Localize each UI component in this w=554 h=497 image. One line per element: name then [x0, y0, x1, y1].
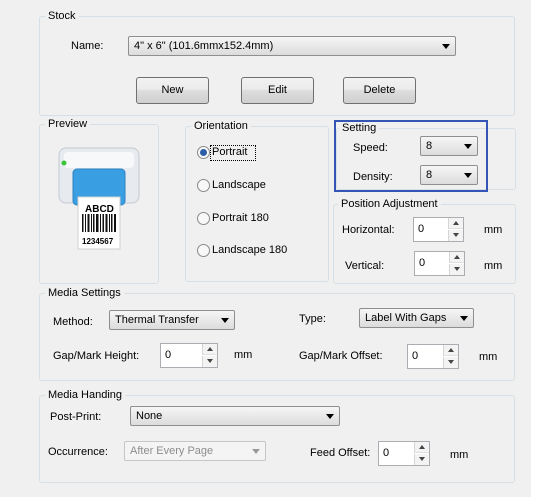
printer-status-light	[61, 160, 67, 166]
preview-group-title: Preview	[45, 118, 91, 131]
portrait-180-radio[interactable]	[197, 212, 210, 225]
landscape-label[interactable]: Landscape	[212, 179, 266, 192]
gap-offset-stepper[interactable]: 0	[407, 344, 459, 369]
media-handing-title: Media Handing	[45, 389, 125, 402]
horizontal-offset-stepper[interactable]: 0	[413, 217, 464, 242]
post-print-select[interactable]: None	[130, 406, 340, 426]
post-print-label: Post-Print:	[50, 411, 102, 423]
spin-up-icon[interactable]	[414, 442, 429, 453]
setting-group-title: Setting	[339, 122, 380, 135]
type-select[interactable]: Label With Gaps	[359, 308, 474, 328]
spin-down-icon[interactable]	[449, 264, 464, 275]
spin-up-icon[interactable]	[202, 344, 217, 355]
barcode-number: 1234567	[82, 237, 114, 246]
media-settings-title: Media Settings	[45, 287, 124, 300]
edit-button[interactable]: Edit	[241, 77, 314, 104]
stock-group-title: Stock	[45, 10, 79, 23]
speed-select[interactable]: 8	[420, 136, 478, 156]
portrait-radio[interactable]	[197, 146, 210, 159]
chevron-down-icon	[460, 316, 468, 321]
chevron-down-icon	[326, 414, 334, 419]
stock-name-value: 4" x 6" (101.6mmx152.4mm)	[134, 40, 274, 52]
gap-offset-label: Gap/Mark Offset:	[299, 350, 383, 362]
type-label: Type:	[299, 313, 326, 325]
method-select[interactable]: Thermal Transfer	[109, 310, 235, 330]
post-print-value: None	[136, 410, 163, 422]
gap-height-value: 0	[165, 349, 172, 361]
chevron-down-icon	[252, 449, 260, 454]
vertical-unit: mm	[484, 260, 503, 272]
spin-down-icon[interactable]	[414, 454, 429, 465]
name-label: Name:	[71, 40, 104, 52]
density-label: Density:	[353, 171, 393, 183]
occurrence-value: After Every Page	[130, 445, 214, 457]
density-select[interactable]: 8	[420, 165, 478, 185]
portrait-label[interactable]: Portrait	[212, 146, 247, 159]
feed-offset-stepper[interactable]: 0	[378, 441, 430, 466]
position-adjustment-title: Position Adjustment	[338, 198, 441, 211]
spin-down-icon[interactable]	[443, 357, 458, 368]
landscape-180-radio[interactable]	[197, 244, 210, 257]
gap-height-unit: mm	[234, 349, 253, 361]
feed-offset-label: Feed Offset:	[310, 447, 371, 459]
spin-up-icon[interactable]	[449, 252, 464, 263]
vertical-label: Vertical:	[345, 260, 385, 272]
chevron-down-icon	[464, 144, 472, 149]
printer-top	[64, 152, 134, 168]
spin-down-icon[interactable]	[202, 356, 217, 367]
occurrence-select[interactable]: After Every Page	[124, 441, 266, 461]
chevron-down-icon	[464, 173, 472, 178]
gap-offset-value: 0	[412, 350, 419, 362]
density-value: 8	[426, 169, 433, 181]
method-label: Method:	[53, 316, 93, 328]
vertical-offset-value: 0	[419, 257, 426, 269]
horizontal-offset-value: 0	[418, 223, 425, 235]
vertical-offset-stepper[interactable]: 0	[414, 251, 465, 276]
chevron-down-icon	[442, 44, 450, 49]
gap-height-stepper[interactable]: 0	[160, 343, 218, 368]
new-button[interactable]: New	[136, 77, 209, 104]
horizontal-label: Horizontal:	[342, 224, 395, 236]
label-text: ABCD	[85, 204, 114, 215]
portrait-180-label[interactable]: Portrait 180	[212, 212, 269, 225]
chevron-down-icon	[221, 318, 229, 323]
horizontal-unit: mm	[484, 224, 503, 236]
occurrence-label: Occurrence:	[48, 446, 108, 458]
spin-down-icon[interactable]	[448, 230, 463, 241]
speed-label: Speed:	[353, 142, 388, 154]
spin-up-icon[interactable]	[443, 345, 458, 356]
feed-offset-value: 0	[383, 447, 390, 459]
spin-up-icon[interactable]	[448, 218, 463, 229]
landscape-180-label[interactable]: Landscape 180	[212, 244, 287, 257]
delete-button[interactable]: Delete	[343, 77, 416, 104]
orientation-group-title: Orientation	[191, 120, 251, 133]
method-value: Thermal Transfer	[115, 314, 199, 326]
speed-value: 8	[426, 140, 433, 152]
feed-offset-unit: mm	[450, 449, 469, 461]
landscape-radio[interactable]	[197, 179, 210, 192]
stock-name-select[interactable]: 4" x 6" (101.6mmx152.4mm)	[128, 36, 456, 56]
gap-height-label: Gap/Mark Height:	[53, 350, 140, 362]
gap-offset-unit: mm	[479, 351, 498, 363]
type-value: Label With Gaps	[365, 312, 447, 324]
